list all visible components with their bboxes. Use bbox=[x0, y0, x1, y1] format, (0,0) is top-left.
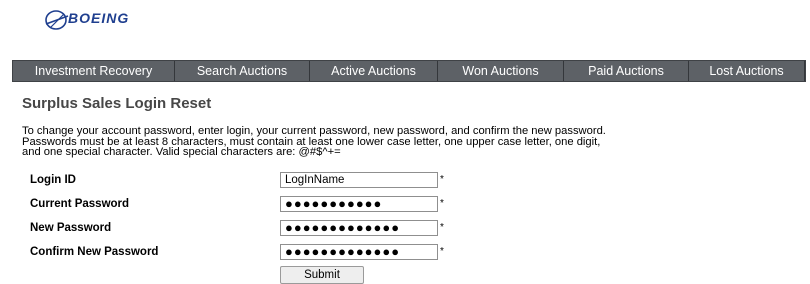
boeing-logo: BOEING bbox=[44, 8, 174, 32]
nav-search-auctions[interactable]: Search Auctions bbox=[175, 61, 310, 81]
confirm-new-password-label: Confirm New Password bbox=[30, 246, 159, 258]
nav-active-auctions[interactable]: Active Auctions bbox=[310, 61, 438, 81]
login-id-label: Login ID bbox=[30, 174, 76, 186]
page-title: Surplus Sales Login Reset bbox=[22, 95, 212, 112]
nav-paid-auctions[interactable]: Paid Auctions bbox=[564, 61, 689, 81]
current-password-required-mark: * bbox=[440, 198, 444, 209]
new-password-label: New Password bbox=[30, 222, 112, 234]
new-password-required-mark: * bbox=[440, 222, 444, 233]
main-navigation: Investment Recovery Search Auctions Acti… bbox=[12, 60, 806, 82]
new-password-input[interactable]: ●●●●●●●●●●●●● bbox=[280, 220, 438, 236]
password-instructions: To change your account password, enter l… bbox=[22, 125, 606, 159]
confirm-new-password-required-mark: * bbox=[440, 246, 444, 257]
current-password-label: Current Password bbox=[30, 198, 130, 210]
submit-button[interactable]: Submit bbox=[280, 266, 364, 284]
boeing-logo-text: BOEING bbox=[68, 10, 130, 26]
boeing-logo-icon bbox=[45, 10, 69, 30]
nav-won-auctions[interactable]: Won Auctions bbox=[438, 61, 564, 81]
login-id-required-mark: * bbox=[440, 174, 444, 185]
confirm-new-password-input[interactable]: ●●●●●●●●●●●●● bbox=[280, 244, 438, 260]
login-id-input[interactable] bbox=[280, 172, 438, 188]
current-password-input[interactable]: ●●●●●●●●●●● bbox=[280, 196, 438, 212]
nav-lost-auctions[interactable]: Lost Auctions bbox=[689, 61, 805, 81]
nav-investment-recovery[interactable]: Investment Recovery bbox=[13, 61, 175, 81]
